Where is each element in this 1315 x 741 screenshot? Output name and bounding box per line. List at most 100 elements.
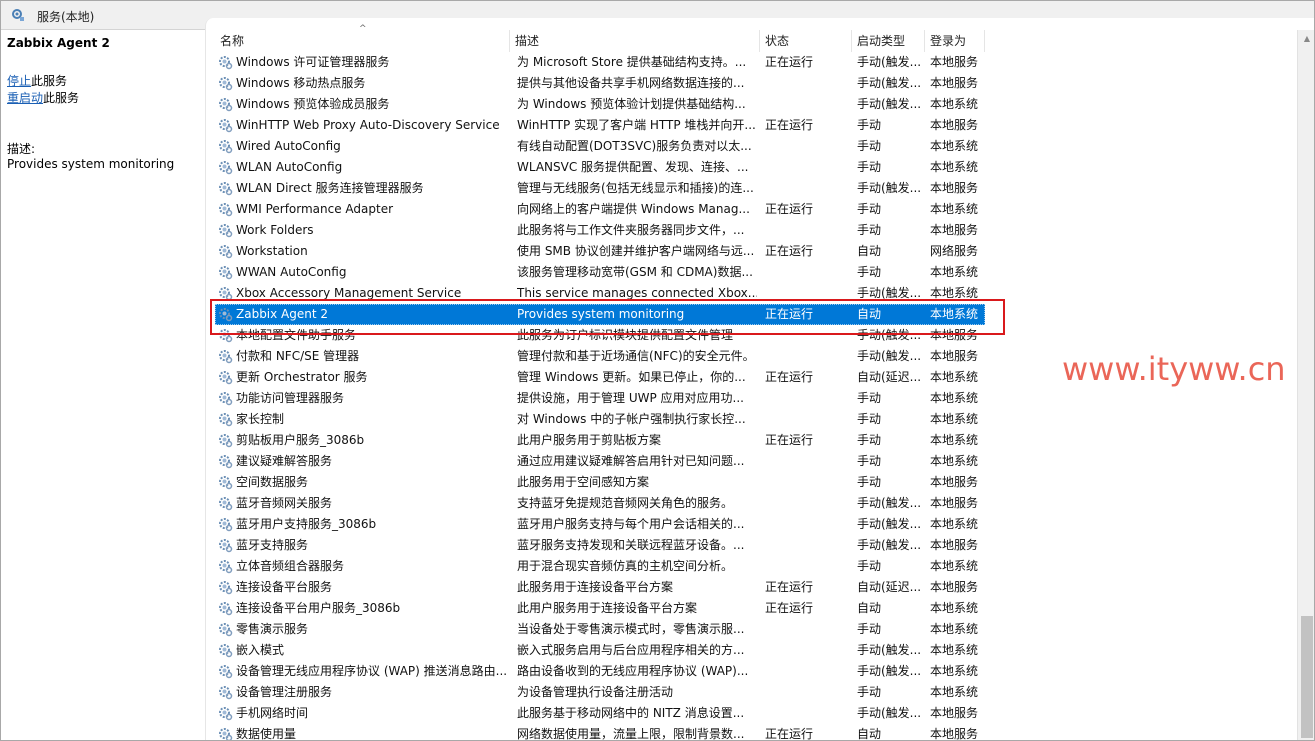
service-name-cell: 蓝牙支持服务 <box>236 538 309 552</box>
service-startup-cell: 手动 <box>857 223 882 237</box>
service-name-cell: WLAN AutoConfig <box>236 160 343 174</box>
service-logon-cell: 本地系统 <box>930 202 979 216</box>
service-startup-cell: 自动(延迟... <box>857 580 921 594</box>
column-header: 名称 描述 状态 启动类型 登录为 <box>215 30 1295 52</box>
service-status-cell <box>765 640 850 661</box>
service-startup-cell: 手动(触发... <box>857 643 921 657</box>
service-description-cell: 蓝牙服务支持发现和关联远程蓝牙设备。... <box>517 538 745 552</box>
service-startup-cell: 自动 <box>857 307 882 321</box>
service-status-cell <box>765 262 850 283</box>
table-row[interactable]: Windows 预览体验成员服务 为 Windows 预览体验计划提供基础结构..… <box>215 94 985 115</box>
service-status-cell <box>765 73 850 94</box>
service-startup-cell: 手动 <box>857 559 882 573</box>
column-name[interactable]: 名称 <box>215 30 510 52</box>
table-row[interactable]: 连接设备平台服务 此服务用于连接设备平台方案 正在运行 自动(延迟... 本地服务 <box>215 577 985 598</box>
service-name-cell: Workstation <box>236 244 308 258</box>
service-name-cell: 建议疑难解答服务 <box>236 454 333 468</box>
service-logon-cell: 本地系统 <box>930 601 979 615</box>
column-startup-type[interactable]: 启动类型 <box>852 30 925 52</box>
service-startup-cell: 手动 <box>857 433 882 447</box>
service-startup-cell: 手动(触发... <box>857 664 921 678</box>
stop-service-link[interactable]: 停止 <box>7 74 31 88</box>
table-row[interactable]: Work Folders 此服务将与工作文件夹服务器同步文件，... 手动 本地服务 <box>215 220 985 241</box>
service-logon-cell: 本地服务 <box>930 580 979 594</box>
service-logon-cell: 本地系统 <box>930 433 979 447</box>
service-gear-icon <box>219 728 233 741</box>
table-row[interactable]: Windows 许可证管理器服务 为 Microsoft Store 提供基础结构… <box>215 52 985 73</box>
table-row[interactable]: 家长控制 对 Windows 中的子帐户强制执行家长控... 手动 本地系统 <box>215 409 985 430</box>
service-gear-icon <box>219 539 233 553</box>
table-row[interactable]: Zabbix Agent 2 Provides system monitoring… <box>215 304 985 325</box>
restart-service-suffix: 此服务 <box>43 91 80 105</box>
table-row[interactable]: 设备管理无线应用程序协议 (WAP) 推送消息路由... 路由设备收到的无线应用程… <box>215 661 985 682</box>
service-startup-cell: 手动(触发... <box>857 496 921 510</box>
service-name-cell: 更新 Orchestrator 服务 <box>236 370 368 384</box>
description-label: 描述: <box>7 142 36 156</box>
table-row[interactable]: WinHTTP Web Proxy Auto-Discovery Service… <box>215 115 985 136</box>
table-row[interactable]: 蓝牙音频网关服务 支持蓝牙免提规范音频网关角色的服务。 手动(触发... 本地服务 <box>215 493 985 514</box>
table-row[interactable]: 本地配置文件助手服务 此服务为订户标识模块提供配置文件管理 手动(触发... 本地服务 <box>215 325 985 346</box>
service-startup-cell: 手动(触发... <box>857 55 921 69</box>
service-logon-cell: 本地系统 <box>930 160 979 174</box>
scroll-up-icon[interactable]: ▲ <box>1302 34 1312 44</box>
service-description-cell: 为设备管理执行设备注册活动 <box>517 685 674 699</box>
service-gear-icon <box>219 623 233 637</box>
scrollbar-thumb[interactable] <box>1301 616 1313 738</box>
services-gear-icon <box>12 9 24 21</box>
table-row[interactable]: 数据使用量 网络数据使用量，流量上限，限制背景数... 正在运行 自动 本地服务 <box>215 724 985 741</box>
service-startup-cell: 手动(触发... <box>857 328 921 342</box>
service-logon-cell: 本地系统 <box>930 664 979 678</box>
service-startup-cell: 手动 <box>857 118 882 132</box>
service-name-cell: 立体音频组合器服务 <box>236 559 345 573</box>
table-row[interactable]: 连接设备平台用户服务_3086b 此用户服务用于连接设备平台方案 正在运行 自动 本地系… <box>215 598 985 619</box>
service-gear-icon <box>219 371 233 385</box>
table-row[interactable]: 更新 Orchestrator 服务 管理 Windows 更新。如果已停止，你的… <box>215 367 985 388</box>
table-row[interactable]: 立体音频组合器服务 用于混合现实音频仿真的主机空间分析。 手动 本地系统 <box>215 556 985 577</box>
table-row[interactable]: 蓝牙用户支持服务_3086b 蓝牙用户服务支持与每个用户会话相关的... 手动(触发… <box>215 514 985 535</box>
service-startup-cell: 自动(延迟... <box>857 370 921 384</box>
service-startup-cell: 手动(触发... <box>857 538 921 552</box>
column-status[interactable]: 状态 <box>760 30 852 52</box>
service-name-cell: WWAN AutoConfig <box>236 265 347 279</box>
service-logon-cell: 网络服务 <box>930 244 979 258</box>
table-row[interactable]: WLAN AutoConfig WLANSVC 服务提供配置、发现、连接、... 手… <box>215 157 985 178</box>
restart-service-action: 重启动此服务 <box>7 89 79 106</box>
table-row[interactable]: Workstation 使用 SMB 协议创建并维护客户端网络与远... 正在运行 自… <box>215 241 985 262</box>
table-row[interactable]: Wired AutoConfig 有线自动配置(DOT3SVC)服务负责对以太..… <box>215 136 985 157</box>
service-name-cell: WinHTTP Web Proxy Auto-Discovery Service <box>236 118 500 132</box>
table-row[interactable]: Xbox Accessory Management Service This se… <box>215 283 985 304</box>
table-row[interactable]: WMI Performance Adapter 向网络上的客户端提供 Window… <box>215 199 985 220</box>
table-row[interactable]: 设备管理注册服务 为设备管理执行设备注册活动 手动 本地系统 <box>215 682 985 703</box>
service-logon-cell: 本地系统 <box>930 517 979 531</box>
table-row[interactable]: 蓝牙支持服务 蓝牙服务支持发现和关联远程蓝牙设备。... 手动(触发... 本地服务 <box>215 535 985 556</box>
service-description-cell: 为 Microsoft Store 提供基础结构支持。... <box>517 55 747 69</box>
column-logon-as[interactable]: 登录为 <box>925 30 985 52</box>
service-startup-cell: 手动 <box>857 160 882 174</box>
table-row[interactable]: WLAN Direct 服务连接管理器服务 管理与无线服务(包括无线显示和插接)的… <box>215 178 985 199</box>
restart-service-link[interactable]: 重启动 <box>7 91 43 105</box>
table-row[interactable]: 空间数据服务 此服务用于空间感知方案 手动 本地服务 <box>215 472 985 493</box>
service-logon-cell: 本地服务 <box>930 349 979 363</box>
table-row[interactable]: WWAN AutoConfig 该服务管理移动宽带(GSM 和 CDMA)数据..… <box>215 262 985 283</box>
table-row[interactable]: 零售演示服务 当设备处于零售演示模式时，零售演示服... 手动 本地系统 <box>215 619 985 640</box>
service-status-cell <box>765 451 850 472</box>
column-description[interactable]: 描述 <box>510 30 760 52</box>
table-row[interactable]: 功能访问管理器服务 提供设施，用于管理 UWP 应用对应用功... 手动 本地系统 <box>215 388 985 409</box>
service-description-cell: 路由设备收到的无线应用程序协议 (WAP)... <box>517 664 749 678</box>
table-row[interactable]: 剪贴板用户服务_3086b 此用户服务用于剪贴板方案 正在运行 手动 本地系统 <box>215 430 985 451</box>
service-gear-icon <box>219 413 233 427</box>
service-gear-icon <box>219 140 233 154</box>
vertical-scrollbar[interactable]: ▲ <box>1297 30 1315 741</box>
service-startup-cell: 手动 <box>857 454 882 468</box>
table-row[interactable]: 嵌入模式 嵌入式服务启用与后台应用程序相关的方... 手动(触发... 本地系统 <box>215 640 985 661</box>
service-status-cell <box>765 619 850 640</box>
service-startup-cell: 手动 <box>857 139 882 153</box>
service-startup-cell: 自动 <box>857 727 882 741</box>
table-row[interactable]: Windows 移动热点服务 提供与其他设备共享手机网络数据连接的... 手动(触发… <box>215 73 985 94</box>
service-name-cell: Windows 移动热点服务 <box>236 76 366 90</box>
service-logon-cell: 本地系统 <box>930 265 979 279</box>
table-row[interactable]: 建议疑难解答服务 通过应用建议疑难解答启用针对已知问题... 手动 本地系统 <box>215 451 985 472</box>
table-row[interactable]: 付款和 NFC/SE 管理器 管理付款和基于近场通信(NFC)的安全元件。 手动(触… <box>215 346 985 367</box>
table-row[interactable]: 手机网络时间 此服务基于移动网络中的 NITZ 消息设置... 手动(触发... 本地… <box>215 703 985 724</box>
service-description-cell: 用于混合现实音频仿真的主机空间分析。 <box>517 559 734 573</box>
